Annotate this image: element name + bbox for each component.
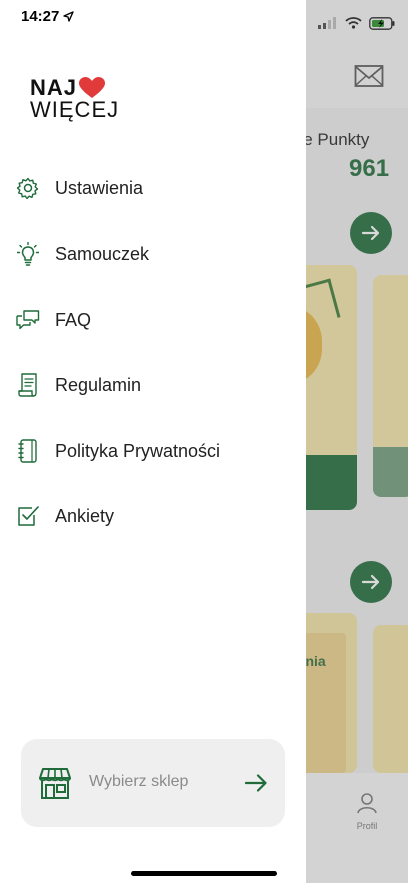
menu-item-polityka-prywatnosci[interactable]: Polityka Prywatności [0,426,306,476]
menu-item-faq[interactable]: FAQ [0,295,306,345]
store-icon [39,768,71,799]
menu-item-label: FAQ [55,309,92,330]
shop-selector-button[interactable]: Wybierz sklep [21,739,285,827]
gear-icon [16,176,40,200]
menu-item-ankiety[interactable]: Ankiety [0,491,306,541]
lightbulb-icon [16,242,40,266]
menu-item-label: Samouczek [55,243,150,264]
menu-item-label: Ustawienia [55,177,144,198]
status-time-text: 14:27 [21,8,60,25]
screen: oje Punkty 961 rnia Profil 14:27 NAJ WIĘ… [0,0,408,883]
wifi-icon [345,17,362,29]
signal-icon [318,17,336,29]
notebook-icon [16,439,40,463]
logo-text-wiecej: WIĘCEJ [30,97,120,122]
menu-item-ustawienia[interactable]: Ustawienia [0,163,306,213]
status-time: 14:27 [21,8,75,25]
status-indicators [318,14,395,32]
side-drawer: 14:27 NAJ WIĘCEJ Ustawienia Samouczek FA… [0,0,306,883]
logo-text-najb: NAJ [30,75,78,100]
location-arrow-icon [63,11,75,22]
shop-selector-label: Wybierz sklep [89,773,189,790]
document-icon [16,373,40,397]
menu-item-label: Polityka Prywatności [55,440,221,461]
chat-bubbles-icon [16,308,40,332]
menu-item-label: Ankiety [55,505,115,526]
menu-item-regulamin[interactable]: Regulamin [0,360,306,410]
logo-top: NAJ [30,77,119,99]
menu-item-samouczek[interactable]: Samouczek [0,229,306,279]
menu-item-label: Regulamin [55,374,142,395]
home-indicator[interactable] [131,871,277,876]
logo: NAJ WIĘCEJ [30,77,119,121]
heart-icon [79,77,106,98]
battery-icon [369,16,395,30]
checkbox-icon [16,504,40,528]
arrow-right-icon [244,774,267,792]
